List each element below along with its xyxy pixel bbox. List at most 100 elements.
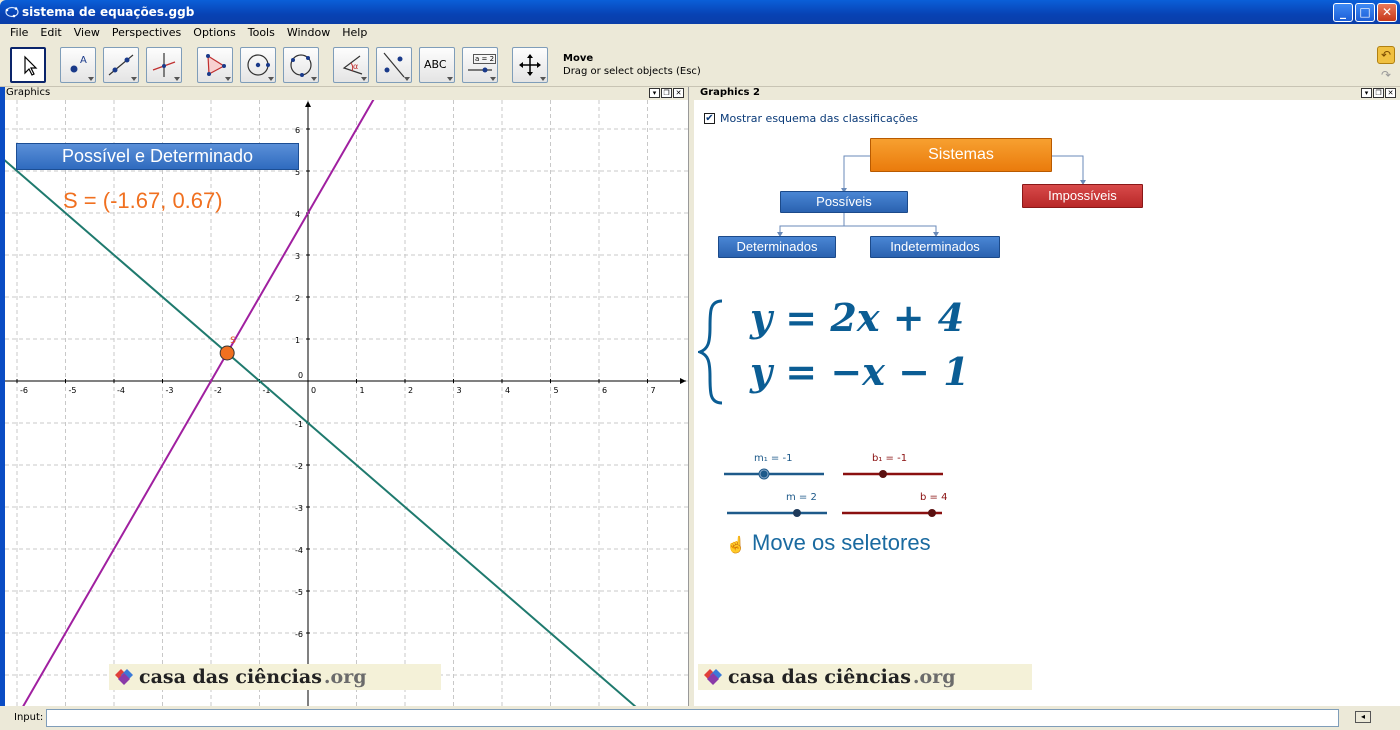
graphics2-panel-title: Graphics 2 bbox=[700, 87, 760, 98]
reflect-tool-button[interactable] bbox=[376, 47, 412, 83]
y-tick-label: -1 bbox=[295, 420, 303, 429]
slider-b[interactable] bbox=[842, 509, 942, 517]
perpendicular-tool-button[interactable] bbox=[146, 47, 182, 83]
menu-options[interactable]: Options bbox=[187, 24, 241, 43]
sliders-area bbox=[724, 468, 943, 517]
menu-tools[interactable]: Tools bbox=[242, 24, 281, 43]
y-tick-label: 3 bbox=[295, 252, 300, 261]
scheme-possiveis: Possíveis bbox=[780, 191, 908, 213]
perpendicular-line-icon bbox=[152, 53, 176, 77]
intersection-point-s[interactable] bbox=[219, 345, 235, 361]
y-tick-label: -4 bbox=[295, 546, 303, 555]
polygon-icon bbox=[206, 54, 226, 76]
scheme-impossiveis: Impossíveis bbox=[1022, 184, 1143, 208]
line-tool-button[interactable] bbox=[103, 47, 139, 83]
undock-panel-button[interactable]: ❐ bbox=[661, 88, 672, 98]
circle-three-points-icon bbox=[290, 54, 312, 77]
undo-button[interactable]: ↶ bbox=[1377, 46, 1395, 64]
close-panel-button[interactable]: ✕ bbox=[673, 88, 684, 98]
svg-text:A: A bbox=[80, 55, 87, 66]
x-tick-label: -3 bbox=[166, 386, 174, 395]
x-axis-ticks: -6 -5 -4 -3 -2 -1 0 1 2 3 4 5 6 70 bbox=[16, 371, 656, 395]
graphics-panel-header: Graphics ▾ ❐ ✕ bbox=[0, 87, 688, 100]
close-button[interactable]: ✕ bbox=[1377, 3, 1397, 22]
maximize-button[interactable]: □ bbox=[1355, 3, 1375, 22]
y-tick-label: 4 bbox=[295, 210, 300, 219]
equation-1: y = 2x + 4 bbox=[750, 295, 965, 340]
slider-b1[interactable] bbox=[843, 470, 943, 478]
x-tick-label: 4 bbox=[505, 386, 510, 395]
menu-view[interactable]: View bbox=[68, 24, 106, 43]
menu-edit[interactable]: Edit bbox=[34, 24, 67, 43]
style-bar-toggle-button[interactable]: ▾ bbox=[649, 88, 660, 98]
equation-system: y = 2x + 4 y = −x − 1 bbox=[694, 295, 1034, 410]
y-tick-label: 1 bbox=[295, 336, 300, 345]
undock-panel-button-2[interactable]: ❐ bbox=[1373, 88, 1384, 98]
active-tool-description: Drag or select objects (Esc) bbox=[563, 66, 701, 77]
solution-text: S = (-1.67, 0.67) bbox=[63, 188, 223, 213]
graphics2-view[interactable]: ✔ Mostrar esquema das classificações Sis… bbox=[694, 100, 1400, 706]
move-tool-button[interactable] bbox=[10, 47, 46, 83]
x-tick-label: -6 bbox=[20, 386, 28, 395]
polygon-tool-button[interactable] bbox=[197, 47, 233, 83]
x-tick-label: -2 bbox=[214, 386, 222, 395]
move-graphics-view-button[interactable] bbox=[512, 47, 548, 83]
window-titlebar: sistema de equações.ggb bbox=[0, 0, 1400, 24]
active-tool-title: Move bbox=[563, 53, 594, 64]
graphics-view[interactable]: -6 -5 -4 -3 -2 -1 0 1 2 3 4 5 6 7 0 6 5 4 3 2 1 -1 -2 -3 -4 -5 -6… bbox=[5, 100, 688, 706]
origin-label: 0 bbox=[298, 371, 303, 380]
slider-m1[interactable] bbox=[724, 468, 824, 480]
x-tick-label: 7 bbox=[651, 386, 656, 395]
menu-window[interactable]: Window bbox=[281, 24, 336, 43]
scheme-indeterminados: Indeterminados bbox=[870, 236, 1000, 258]
menu-file[interactable]: File bbox=[4, 24, 34, 43]
scheme-determinados: Determinados bbox=[718, 236, 836, 258]
x-tick-label: 0 bbox=[311, 386, 316, 395]
angle-icon: α bbox=[342, 55, 363, 75]
text-tool-button[interactable]: ABC bbox=[419, 47, 455, 83]
close-panel-button-2[interactable]: ✕ bbox=[1385, 88, 1396, 98]
conic-tool-button[interactable] bbox=[283, 47, 319, 83]
y-tick-label: -6 bbox=[295, 630, 303, 639]
point-tool-button[interactable]: A bbox=[60, 47, 96, 83]
reflect-about-line-icon bbox=[383, 52, 405, 78]
input-field[interactable] bbox=[46, 709, 1339, 727]
logo-text: casa das ciências bbox=[139, 666, 322, 688]
y-tick-label: -3 bbox=[295, 504, 303, 513]
slider-m[interactable] bbox=[727, 509, 827, 517]
logo-text-2: casa das ciências bbox=[728, 666, 911, 688]
graphics-panel-title: Graphics bbox=[6, 87, 51, 98]
left-brace-icon bbox=[698, 299, 723, 405]
y-tick-label: -2 bbox=[295, 462, 303, 471]
geogebra-app-icon bbox=[5, 6, 19, 18]
angle-tool-button[interactable]: α bbox=[333, 47, 369, 83]
scheme-root-sistemas: Sistemas bbox=[870, 138, 1052, 172]
x-tick-label: -4 bbox=[117, 386, 125, 395]
x-tick-label: -5 bbox=[69, 386, 77, 395]
casa-das-ciencias-logo-2: casa das ciências .org bbox=[698, 664, 1032, 690]
menu-bar: File Edit View Perspectives Options Tool… bbox=[0, 24, 1400, 43]
new-point-icon: A bbox=[70, 55, 87, 73]
slider-tool-button[interactable]: a = 2 bbox=[462, 47, 498, 83]
window-title: sistema de equações.ggb bbox=[22, 5, 195, 19]
x-tick-label: 1 bbox=[360, 386, 365, 395]
y-tick-label: -5 bbox=[295, 588, 303, 597]
redo-button[interactable]: ↷ bbox=[1377, 66, 1395, 84]
move-sliders-hint-text: Move os seletores bbox=[752, 530, 931, 555]
menu-help[interactable]: Help bbox=[336, 24, 373, 43]
toolbar: A α ABC a = 2 bbox=[0, 43, 1400, 87]
point-s-label: S bbox=[230, 336, 236, 346]
casa-das-ciencias-logo: casa das ciências .org bbox=[109, 664, 441, 690]
menu-perspectives[interactable]: Perspectives bbox=[106, 24, 187, 43]
equation-2: y = −x − 1 bbox=[750, 349, 970, 394]
input-label: Input: bbox=[14, 712, 44, 723]
circle-tool-button[interactable] bbox=[240, 47, 276, 83]
graphics2-panel-header: Graphics 2 ▾ ❐ ✕ bbox=[694, 87, 1400, 100]
x-tick-label: 5 bbox=[554, 386, 559, 395]
cursor-arrow-icon bbox=[24, 55, 38, 76]
input-help-button[interactable]: ◂ bbox=[1355, 711, 1371, 723]
style-bar-toggle-button-2[interactable]: ▾ bbox=[1361, 88, 1372, 98]
minimize-button[interactable]: _ bbox=[1333, 3, 1353, 22]
slider-icon bbox=[468, 67, 492, 73]
cube-logo-icon-2 bbox=[704, 669, 722, 685]
